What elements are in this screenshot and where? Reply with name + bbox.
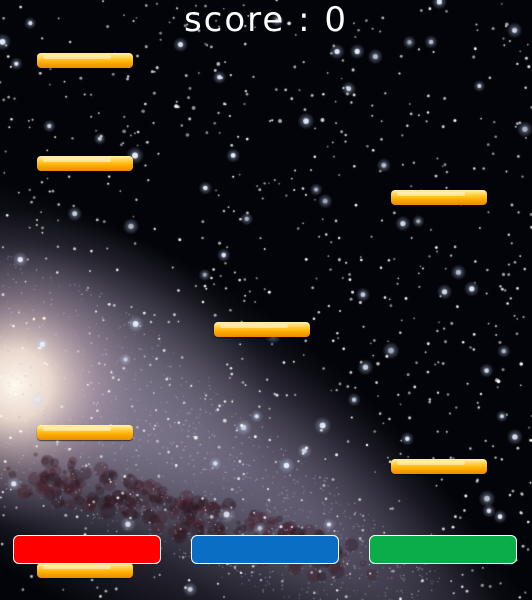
red-button[interactable]	[13, 535, 161, 564]
space-background	[0, 0, 532, 600]
platform-5	[37, 425, 133, 440]
green-button[interactable]	[369, 535, 517, 564]
blue-button[interactable]	[191, 535, 339, 564]
platform-6	[391, 459, 487, 474]
platform-3	[391, 190, 487, 205]
platform-4	[214, 322, 310, 337]
game-screen[interactable]: score : 0	[0, 0, 532, 600]
score-display: score : 0	[183, 0, 349, 40]
platform-1	[37, 53, 133, 68]
platform-7	[37, 563, 133, 578]
platform-2	[37, 156, 133, 171]
